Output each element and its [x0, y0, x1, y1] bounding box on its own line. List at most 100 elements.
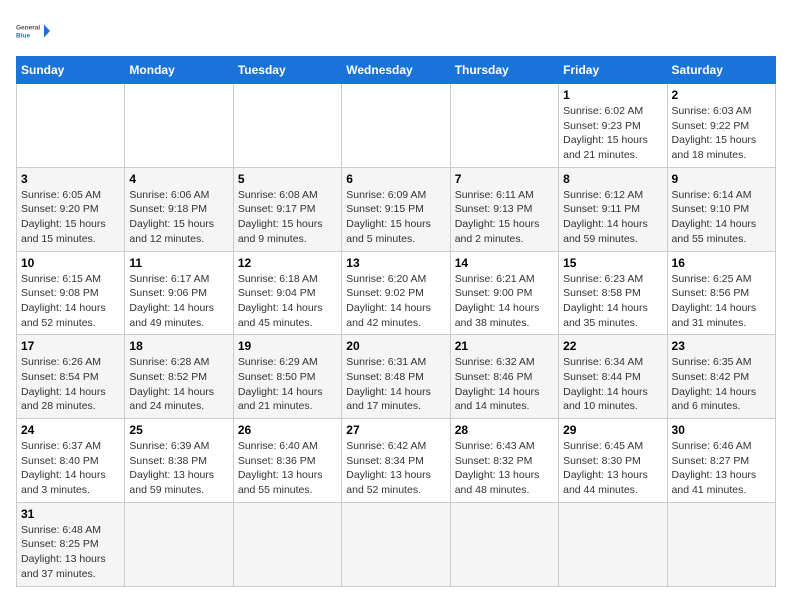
week-row-1: 1Sunrise: 6:02 AM Sunset: 9:23 PM Daylig… — [17, 84, 776, 168]
day-cell-empty — [450, 84, 558, 168]
day-cell-empty — [667, 502, 775, 586]
day-info: Sunrise: 6:26 AM Sunset: 8:54 PM Dayligh… — [21, 355, 120, 414]
day-number: 15 — [563, 256, 662, 270]
day-number: 17 — [21, 339, 120, 353]
day-number: 9 — [672, 172, 771, 186]
day-number: 27 — [346, 423, 445, 437]
day-number: 2 — [672, 88, 771, 102]
day-info: Sunrise: 6:35 AM Sunset: 8:42 PM Dayligh… — [672, 355, 771, 414]
day-number: 24 — [21, 423, 120, 437]
col-header-saturday: Saturday — [667, 57, 775, 84]
day-cell-27: 27Sunrise: 6:42 AM Sunset: 8:34 PM Dayli… — [342, 419, 450, 503]
day-cell-30: 30Sunrise: 6:46 AM Sunset: 8:27 PM Dayli… — [667, 419, 775, 503]
day-info: Sunrise: 6:40 AM Sunset: 8:36 PM Dayligh… — [238, 439, 337, 498]
day-cell-19: 19Sunrise: 6:29 AM Sunset: 8:50 PM Dayli… — [233, 335, 341, 419]
day-info: Sunrise: 6:21 AM Sunset: 9:00 PM Dayligh… — [455, 272, 554, 331]
day-info: Sunrise: 6:17 AM Sunset: 9:06 PM Dayligh… — [129, 272, 228, 331]
calendar-table: SundayMondayTuesdayWednesdayThursdayFrid… — [16, 56, 776, 587]
col-header-wednesday: Wednesday — [342, 57, 450, 84]
day-cell-17: 17 Sunrise: 6:26 AM Sunset: 8:54 PM Dayli… — [17, 335, 125, 419]
day-cell-13: 13 Sunrise: 6:20 AM Sunset: 9:02 PM Dayli… — [342, 251, 450, 335]
day-number: 31 — [21, 507, 120, 521]
week-row-5: 24 Sunrise: 6:37 AM Sunset: 8:40 PM Dayli… — [17, 419, 776, 503]
page-container: GeneralBlue SundayMondayTuesdayWednesday… — [16, 16, 776, 587]
day-info: Sunrise: 6:43 AM Sunset: 8:32 PM Dayligh… — [455, 439, 554, 498]
day-cell-empty — [342, 84, 450, 168]
day-info: Sunrise: 6:23 AM Sunset: 8:58 PM Dayligh… — [563, 272, 662, 331]
day-info: Sunrise: 6:03 AM Sunset: 9:22 PM Dayligh… — [672, 104, 771, 163]
day-cell-12: 12Sunrise: 6:18 AM Sunset: 9:04 PM Dayli… — [233, 251, 341, 335]
day-number: 14 — [455, 256, 554, 270]
header-row: SundayMondayTuesdayWednesdayThursdayFrid… — [17, 57, 776, 84]
day-number: 22 — [563, 339, 662, 353]
day-cell-31: 31Sunrise: 6:48 AM Sunset: 8:25 PM Dayli… — [17, 502, 125, 586]
day-cell-6: 6 Sunrise: 6:09 AM Sunset: 9:15 PM Daylig… — [342, 167, 450, 251]
day-info: Sunrise: 6:34 AM Sunset: 8:44 PM Dayligh… — [563, 355, 662, 414]
day-number: 3 — [21, 172, 120, 186]
day-info: Sunrise: 6:11 AM Sunset: 9:13 PM Dayligh… — [455, 188, 554, 247]
day-number: 7 — [455, 172, 554, 186]
day-info: Sunrise: 6:45 AM Sunset: 8:30 PM Dayligh… — [563, 439, 662, 498]
day-number: 6 — [346, 172, 445, 186]
day-info: Sunrise: 6:46 AM Sunset: 8:27 PM Dayligh… — [672, 439, 771, 498]
day-number: 19 — [238, 339, 337, 353]
day-number: 16 — [672, 256, 771, 270]
col-header-sunday: Sunday — [17, 57, 125, 84]
day-info: Sunrise: 6:31 AM Sunset: 8:48 PM Dayligh… — [346, 355, 445, 414]
week-row-4: 17 Sunrise: 6:26 AM Sunset: 8:54 PM Dayli… — [17, 335, 776, 419]
day-cell-25: 25Sunrise: 6:39 AM Sunset: 8:38 PM Dayli… — [125, 419, 233, 503]
day-cell-empty — [125, 84, 233, 168]
day-number: 18 — [129, 339, 228, 353]
day-number: 5 — [238, 172, 337, 186]
day-cell-1: 1Sunrise: 6:02 AM Sunset: 9:23 PM Daylig… — [559, 84, 667, 168]
day-cell-29: 29Sunrise: 6:45 AM Sunset: 8:30 PM Dayli… — [559, 419, 667, 503]
day-cell-empty — [559, 502, 667, 586]
day-info: Sunrise: 6:37 AM Sunset: 8:40 PM Dayligh… — [21, 439, 120, 498]
day-cell-11: 11Sunrise: 6:17 AM Sunset: 9:06 PM Dayli… — [125, 251, 233, 335]
svg-text:General: General — [16, 25, 40, 32]
day-info: Sunrise: 6:02 AM Sunset: 9:23 PM Dayligh… — [563, 104, 662, 163]
day-cell-3: 3 Sunrise: 6:05 AM Sunset: 9:20 PM Daylig… — [17, 167, 125, 251]
svg-text:Blue: Blue — [16, 33, 30, 40]
day-info: Sunrise: 6:25 AM Sunset: 8:56 PM Dayligh… — [672, 272, 771, 331]
day-info: Sunrise: 6:15 AM Sunset: 9:08 PM Dayligh… — [21, 272, 120, 331]
day-number: 12 — [238, 256, 337, 270]
day-cell-empty — [342, 502, 450, 586]
day-number: 8 — [563, 172, 662, 186]
week-row-6: 31Sunrise: 6:48 AM Sunset: 8:25 PM Dayli… — [17, 502, 776, 586]
day-cell-28: 28Sunrise: 6:43 AM Sunset: 8:32 PM Dayli… — [450, 419, 558, 503]
day-cell-20: 20 Sunrise: 6:31 AM Sunset: 8:48 PM Dayli… — [342, 335, 450, 419]
day-info: Sunrise: 6:28 AM Sunset: 8:52 PM Dayligh… — [129, 355, 228, 414]
day-info: Sunrise: 6:20 AM Sunset: 9:02 PM Dayligh… — [346, 272, 445, 331]
day-cell-23: 23 Sunrise: 6:35 AM Sunset: 8:42 PM Dayli… — [667, 335, 775, 419]
day-cell-16: 16 Sunrise: 6:25 AM Sunset: 8:56 PM Dayli… — [667, 251, 775, 335]
day-cell-9: 9Sunrise: 6:14 AM Sunset: 9:10 PM Daylig… — [667, 167, 775, 251]
day-cell-15: 15 Sunrise: 6:23 AM Sunset: 8:58 PM Dayli… — [559, 251, 667, 335]
day-cell-empty — [233, 502, 341, 586]
header: GeneralBlue — [16, 16, 776, 46]
col-header-thursday: Thursday — [450, 57, 558, 84]
day-cell-7: 7 Sunrise: 6:11 AM Sunset: 9:13 PM Daylig… — [450, 167, 558, 251]
day-number: 4 — [129, 172, 228, 186]
day-number: 10 — [21, 256, 120, 270]
day-cell-21: 21Sunrise: 6:32 AM Sunset: 8:46 PM Dayli… — [450, 335, 558, 419]
day-info: Sunrise: 6:06 AM Sunset: 9:18 PM Dayligh… — [129, 188, 228, 247]
day-cell-14: 14 Sunrise: 6:21 AM Sunset: 9:00 PM Dayli… — [450, 251, 558, 335]
week-row-2: 3 Sunrise: 6:05 AM Sunset: 9:20 PM Daylig… — [17, 167, 776, 251]
logo-svg: GeneralBlue — [16, 16, 52, 46]
day-info: Sunrise: 6:09 AM Sunset: 9:15 PM Dayligh… — [346, 188, 445, 247]
day-number: 20 — [346, 339, 445, 353]
logo: GeneralBlue — [16, 16, 52, 46]
day-number: 13 — [346, 256, 445, 270]
day-cell-26: 26Sunrise: 6:40 AM Sunset: 8:36 PM Dayli… — [233, 419, 341, 503]
col-header-friday: Friday — [559, 57, 667, 84]
day-cell-2: 2 Sunrise: 6:03 AM Sunset: 9:22 PM Daylig… — [667, 84, 775, 168]
day-number: 23 — [672, 339, 771, 353]
day-cell-22: 22 Sunrise: 6:34 AM Sunset: 8:44 PM Dayli… — [559, 335, 667, 419]
day-cell-5: 5 Sunrise: 6:08 AM Sunset: 9:17 PM Daylig… — [233, 167, 341, 251]
day-info: Sunrise: 6:05 AM Sunset: 9:20 PM Dayligh… — [21, 188, 120, 247]
day-info: Sunrise: 6:08 AM Sunset: 9:17 PM Dayligh… — [238, 188, 337, 247]
day-cell-empty — [233, 84, 341, 168]
day-number: 21 — [455, 339, 554, 353]
day-cell-24: 24 Sunrise: 6:37 AM Sunset: 8:40 PM Dayli… — [17, 419, 125, 503]
